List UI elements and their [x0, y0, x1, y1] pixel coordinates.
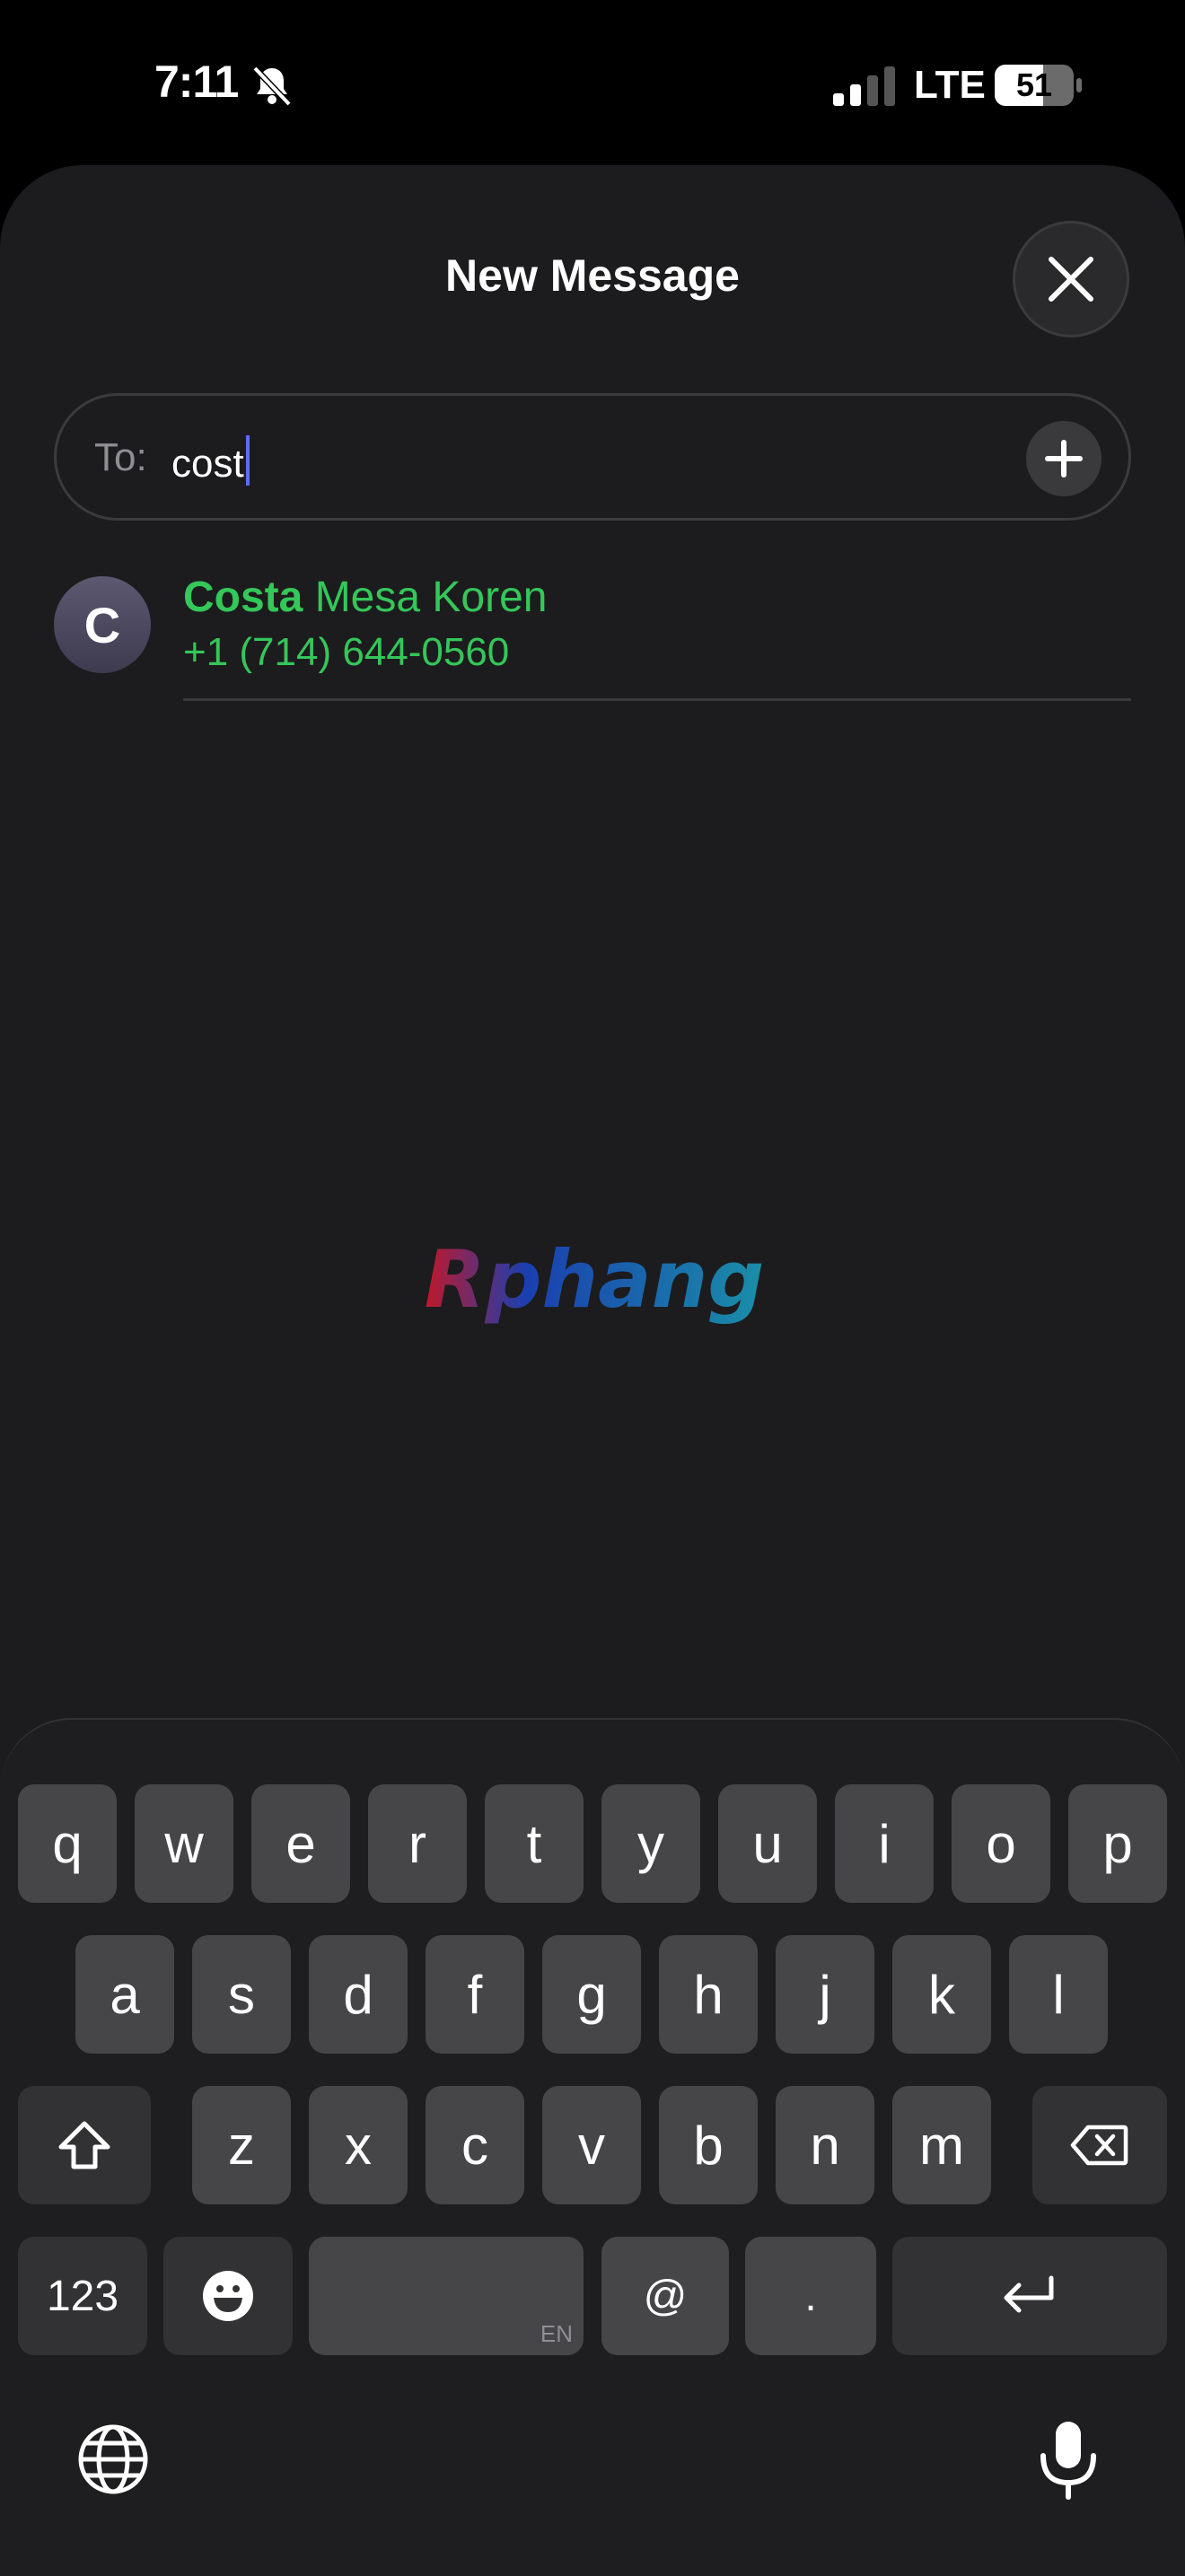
key-z[interactable]: z	[192, 2086, 291, 2204]
key-r[interactable]: r	[368, 1784, 467, 1903]
at-key[interactable]: @	[601, 2237, 729, 2355]
network-type: LTE	[914, 63, 986, 107]
key-q[interactable]: q	[18, 1784, 117, 1903]
key-x[interactable]: x	[309, 2086, 408, 2204]
key-p[interactable]: p	[1068, 1784, 1167, 1903]
mic-icon[interactable]	[1036, 2420, 1101, 2501]
key-v[interactable]: v	[542, 2086, 641, 2204]
contact-name: Costa Mesa Koren	[183, 573, 548, 622]
key-e[interactable]: e	[251, 1784, 350, 1903]
divider	[183, 698, 1131, 701]
to-label: To:	[94, 435, 147, 479]
to-input[interactable]: cost	[171, 435, 250, 486]
signal-icon	[833, 66, 895, 106]
text-caret	[245, 435, 250, 486]
sheet-title: New Message	[445, 250, 740, 301]
contact-name-rest: Mesa Koren	[303, 574, 548, 621]
space-key[interactable]: EN	[309, 2237, 584, 2355]
to-input-text: cost	[171, 442, 244, 486]
globe-icon[interactable]	[77, 2423, 149, 2495]
dot-key[interactable]: .	[745, 2237, 876, 2355]
key-j[interactable]: j	[776, 1935, 874, 2054]
battery-level: 51	[1015, 66, 1053, 103]
avatar: C	[54, 576, 151, 673]
key-a[interactable]: a	[75, 1935, 174, 2054]
key-t[interactable]: t	[485, 1784, 584, 1903]
key-b[interactable]: b	[659, 2086, 758, 2204]
return-key[interactable]	[892, 2237, 1167, 2355]
key-o[interactable]: o	[952, 1784, 1050, 1903]
delete-key[interactable]	[1032, 2086, 1167, 2204]
key-s[interactable]: s	[192, 1935, 291, 2054]
shift-icon	[58, 2121, 110, 2169]
key-i[interactable]: i	[835, 1784, 934, 1903]
plus-icon	[1045, 440, 1083, 478]
key-k[interactable]: k	[892, 1935, 991, 2054]
numbers-key[interactable]: 123	[18, 2237, 147, 2355]
emoji-key[interactable]	[163, 2237, 293, 2355]
contact-name-match: Costa	[183, 574, 303, 621]
key-f[interactable]: f	[426, 1935, 524, 2054]
battery-icon: 51	[995, 65, 1083, 106]
watermark-logo: Rphang	[425, 1239, 764, 1326]
add-contact-button[interactable]	[1026, 421, 1102, 496]
key-h[interactable]: h	[659, 1935, 758, 2054]
key-c[interactable]: c	[426, 2086, 524, 2204]
delete-icon	[1070, 2125, 1128, 2166]
status-time: 7:11	[154, 57, 239, 107]
shift-key[interactable]	[18, 2086, 151, 2204]
watermark-text: Rphang	[425, 1239, 764, 1326]
bell-slash-icon	[252, 66, 292, 107]
key-w[interactable]: w	[135, 1784, 233, 1903]
emoji-icon	[203, 2271, 253, 2321]
contact-phone: +1 (714) 644-0560	[183, 630, 510, 674]
contact-suggestion[interactable]: C Costa Mesa Koren +1 (714) 644-0560	[54, 573, 1131, 704]
to-field[interactable]: To: cost	[54, 393, 1131, 521]
return-icon	[1004, 2275, 1054, 2313]
key-g[interactable]: g	[542, 1935, 641, 2054]
close-icon	[1049, 257, 1093, 302]
space-language-label: EN	[540, 2320, 573, 2347]
key-n[interactable]: n	[776, 2086, 874, 2204]
key-u[interactable]: u	[718, 1784, 817, 1903]
key-d[interactable]: d	[309, 1935, 408, 2054]
close-button[interactable]	[1013, 221, 1129, 337]
key-y[interactable]: y	[601, 1784, 700, 1903]
key-m[interactable]: m	[892, 2086, 991, 2204]
key-l[interactable]: l	[1009, 1935, 1108, 2054]
